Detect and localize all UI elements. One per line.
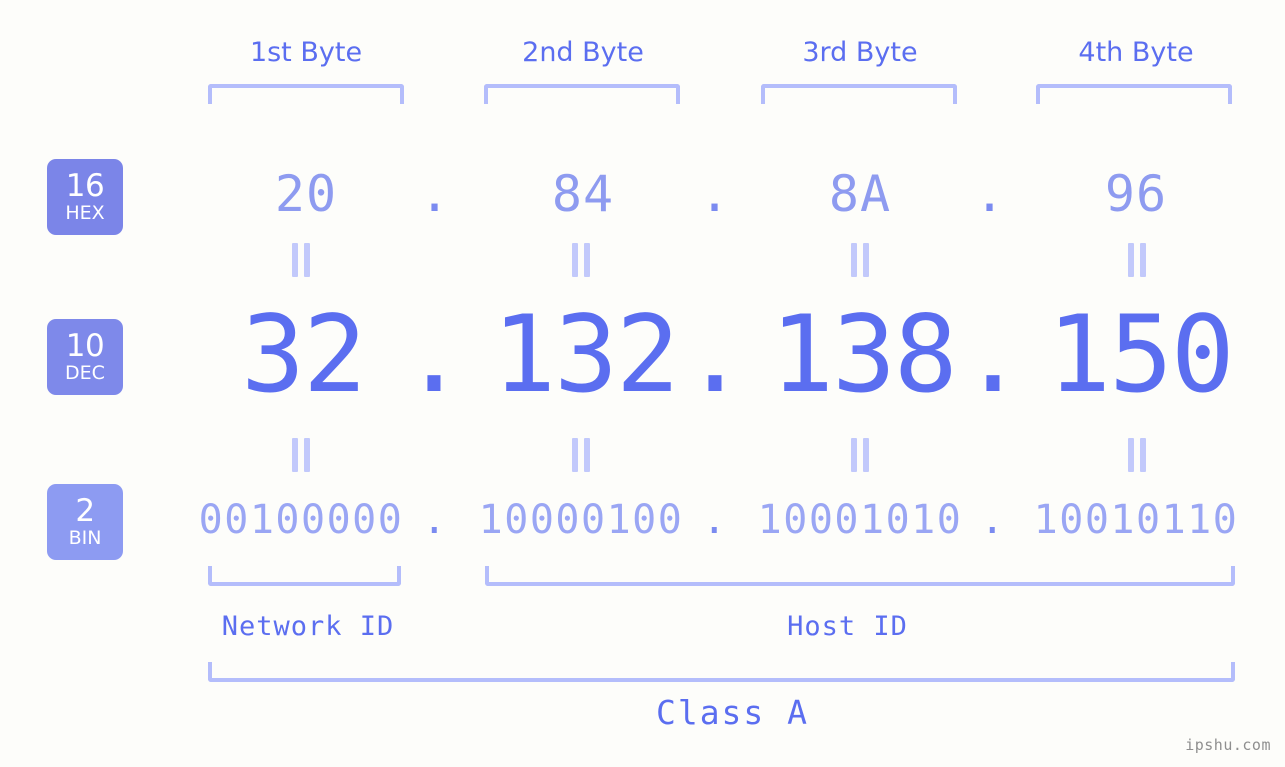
- hex-separator-3: .: [974, 165, 1006, 223]
- bin-octet-1: 00100000: [198, 497, 404, 543]
- bin-octet-2: 10000100: [478, 497, 684, 543]
- byte-bracket-3: [761, 84, 957, 104]
- bin-separator-1: .: [422, 497, 448, 543]
- byte-bracket-4: [1036, 84, 1232, 104]
- equals-mark-hex-dec-3: [849, 243, 871, 277]
- hex-octet-1: 20: [274, 165, 338, 223]
- byte-header-4: 4th Byte: [1078, 37, 1194, 68]
- equals-mark-dec-bin-1: [290, 438, 312, 472]
- dec-octet-3: 138: [770, 293, 957, 416]
- hex-octet-4: 96: [1104, 165, 1168, 223]
- byte-bracket-2: [484, 84, 680, 104]
- equals-mark-hex-dec-1: [290, 243, 312, 277]
- dec-octet-4: 150: [1047, 293, 1234, 416]
- equals-mark-dec-bin-2: [570, 438, 592, 472]
- equals-mark-hex-dec-4: [1126, 243, 1148, 277]
- dec-octet-2: 132: [492, 293, 679, 416]
- hex-octet-3: 8A: [828, 165, 892, 223]
- equals-mark-dec-bin-3: [849, 438, 871, 472]
- equals-mark-dec-bin-4: [1126, 438, 1148, 472]
- dec-octet-1: 32: [241, 293, 367, 416]
- bin-octet-row: 00100000 . 10000100 . 10001010 . 1001011…: [0, 492, 1285, 548]
- bin-octet-4: 10010110: [1033, 497, 1239, 543]
- watermark: ipshu.com: [1185, 736, 1271, 754]
- ip-address-breakdown-diagram: 1st Byte 2nd Byte 3rd Byte 4th Byte 16 H…: [0, 0, 1285, 767]
- byte-header-2: 2nd Byte: [522, 37, 644, 68]
- network-id-label: Network ID: [221, 611, 395, 642]
- byte-header-1: 1st Byte: [249, 37, 363, 68]
- network-id-bracket: [208, 566, 401, 586]
- hex-octet-row: 20 . 84 . 8A . 96: [0, 162, 1285, 226]
- hex-separator-1: .: [419, 165, 451, 223]
- dec-octet-row: 32 . 132 . 138 . 150: [0, 296, 1285, 414]
- bin-octet-3: 10001010: [757, 497, 963, 543]
- hex-octet-2: 84: [551, 165, 615, 223]
- equals-mark-hex-dec-2: [570, 243, 592, 277]
- host-id-label: Host ID: [787, 611, 908, 642]
- byte-bracket-1: [208, 84, 404, 104]
- host-id-bracket: [485, 566, 1235, 586]
- class-label: Class A: [655, 693, 810, 732]
- class-bracket: [208, 662, 1235, 682]
- dec-separator-1: .: [402, 293, 466, 416]
- byte-header-3: 3rd Byte: [802, 37, 918, 68]
